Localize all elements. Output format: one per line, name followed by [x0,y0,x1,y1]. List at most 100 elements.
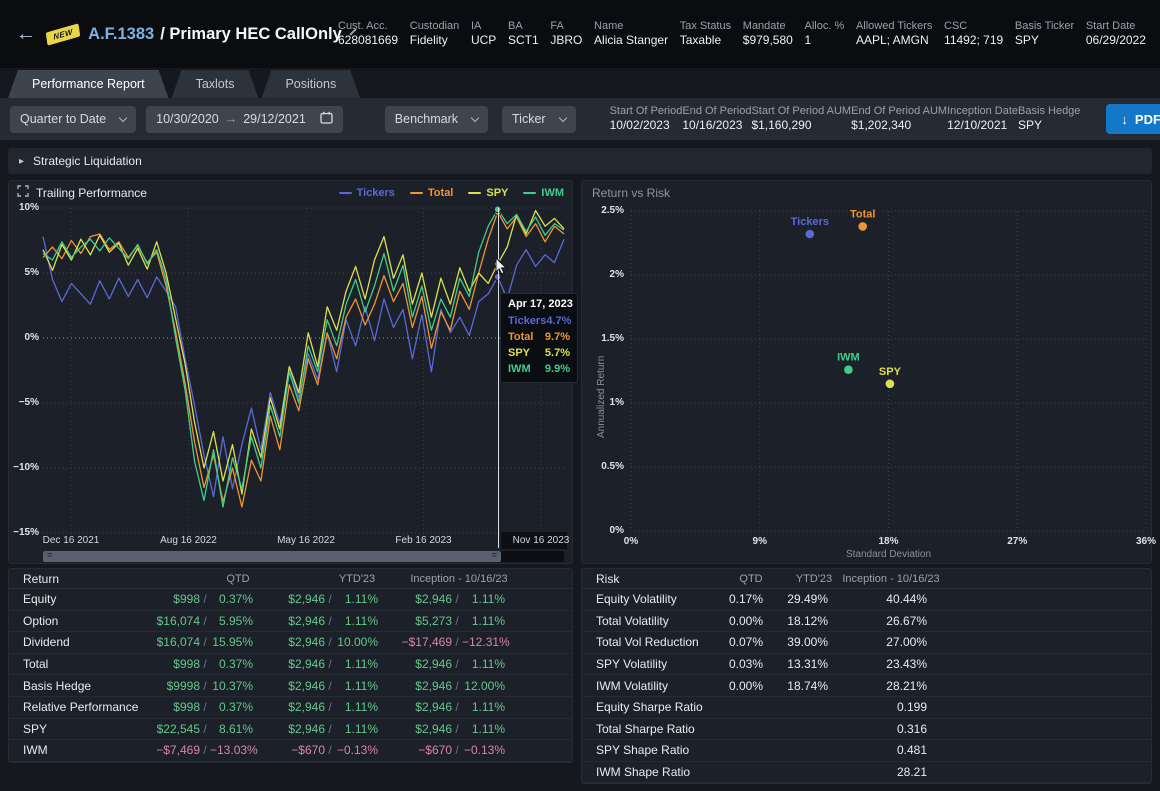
cell-percent: 8.61% [210,722,253,736]
x-tick-label: May 16 2022 [277,535,335,546]
account-id[interactable]: A.F.1383 [88,25,154,44]
cell-value: 28.21% [828,679,927,693]
table-row: Basis Hedge$9998/10.37%$2,946/1.11%$2,94… [9,675,572,697]
cell-amount: $22,545 [149,722,200,736]
cell-percent: 10.00% [335,635,378,649]
header-stat-label: Basis Ticker [1015,19,1074,33]
table-title: Risk [596,572,619,586]
legend-item-spy[interactable]: SPY [468,187,508,199]
tab-performance-report[interactable]: Performance Report [8,70,169,98]
scatter-point-spy[interactable] [886,380,895,389]
legend-item-tickers[interactable]: Tickers [339,187,395,199]
tab-strip: Performance ReportTaxlotsPositions [8,70,360,98]
cell-slash: / [452,635,462,649]
back-arrow-icon[interactable]: ← [16,23,36,46]
column-header-inception: Inception - 10/16/23 [842,573,939,585]
top-header-bar: ← NEW A.F.1383 / Primary HEC CallOnly Cu… [0,0,1160,68]
ticker-select[interactable]: Ticker [502,106,576,133]
benchmark-select[interactable]: Benchmark [385,106,488,133]
legend-item-total[interactable]: Total [410,187,453,199]
header-stat: BASCT1 [508,19,539,49]
table-row: Relative Performance$998/0.37%$2,946/1.1… [9,697,572,719]
tooltip-series-name: IWM [508,361,531,377]
scatter-plot[interactable]: Standard Deviation Annualized Return Tic… [582,205,1151,563]
cell-slash: / [200,592,210,606]
cell-percent: 0.37% [210,657,253,671]
row-label: Dividend [23,635,149,649]
cell-amount: −$670 [253,743,325,757]
risk-table-panel: Risk QTD YTD'23 Inception - 10/16/23 Equ… [581,568,1152,784]
row-label: Total Vol Reduction [596,635,712,649]
pdf-button-label: PDF [1135,112,1160,127]
tab-positions[interactable]: Positions [261,70,360,98]
date-range-input[interactable]: 10/30/2020 → 29/12/2021 [146,106,343,133]
row-label: Option [23,614,149,628]
cell-slash: / [325,635,335,649]
chart-scrollbar-thumb[interactable] [43,551,501,562]
cell-percent: 1.11% [462,592,505,606]
row-label: SPY [23,722,149,736]
y-tick-label: −5% [11,397,39,408]
table-row: Total Sharpe Ratio0.316 [582,719,1151,741]
cell-slash: / [325,743,335,757]
scatter-point-total[interactable] [858,222,867,231]
legend-item-iwm[interactable]: IWM [523,187,564,199]
cell-percent: 1.11% [335,722,378,736]
chart-title: Return vs Risk [592,186,670,200]
scatter-chart-canvas[interactable]: TickersTotalIWMSPY [631,211,1146,531]
date-range-end: 29/12/2021 [243,112,306,126]
scatter-panel-head: Return vs Risk [582,181,1151,205]
scatter-point-label: Total [850,208,875,220]
strategic-liquidation-section[interactable]: ▸ Strategic Liquidation [8,148,1152,174]
table-row: IWM Shape Ratio28.21 [582,762,1151,784]
account-title-block: ← NEW A.F.1383 / Primary HEC CallOnly [0,23,338,46]
tooltip-series-value: 9.9% [545,361,570,377]
portfolio-title: / Primary HEC CallOnly [160,25,342,44]
filter-stat-label: Start Of Period AUM [751,104,851,118]
column-header-qtd: QTD [739,573,762,585]
download-arrow-icon: ↓ [1121,112,1128,127]
cell-percent: 1.11% [335,700,378,714]
table-row: Total Volatility0.00%18.12%26.67% [582,611,1151,633]
trailing-chart-canvas[interactable] [43,208,564,533]
filter-bar: Quarter to Date 10/30/2020 → 29/12/2021 … [0,98,1160,140]
collapse-triangle-icon: ▸ [19,156,24,167]
legend-label: SPY [486,187,508,199]
table-row: SPY$22,545/8.61%$2,946/1.11%$2,946/1.11% [9,719,572,741]
y-tick-label: −10% [11,462,39,473]
trailing-plot[interactable]: Dec 16 2021Aug 16 2022May 16 2022Feb 16 … [9,205,572,563]
cell-amount: $2,946 [378,592,452,606]
chart-scrollbar-track[interactable] [43,551,564,562]
header-stat-value: AAPL; AMGN [856,33,932,49]
cell-value: 0.199 [828,700,927,714]
tooltip-series-name: SPY [508,345,530,361]
cell-percent: 1.11% [462,657,505,671]
x-tick-label: Nov 16 2023 [513,535,570,546]
chevron-down-icon [558,114,566,122]
tab-taxlots[interactable]: Taxlots [172,70,259,98]
header-stat: CSC11492; 719 [944,19,1003,49]
period-select[interactable]: Quarter to Date [10,106,136,133]
table-row: Equity$998/0.37%$2,946/1.11%$2,946/1.11% [9,589,572,611]
scatter-point-tickers[interactable] [806,230,815,239]
filter-stat-label: Basis Hedge [1018,104,1080,118]
cell-slash: / [452,679,462,693]
expand-icon[interactable] [17,184,29,202]
new-badge: NEW [46,23,81,45]
series-line-spy [43,211,564,494]
scatter-point-iwm[interactable] [844,365,853,374]
mouse-cursor-icon [495,257,508,281]
header-stat: NameAlicia Stanger [594,19,668,49]
pdf-download-button[interactable]: ↓ PDF [1106,104,1160,134]
header-stat-value: Taxable [680,33,731,49]
tooltip-series-value: 5.7% [545,345,570,361]
filter-stat: Inception Date12/10/2021 [947,104,1018,134]
table-row: Total$998/0.37%$2,946/1.11%$2,946/1.11% [9,654,572,676]
cell-percent: 0.37% [210,700,253,714]
table-row: SPY Shape Ratio0.481 [582,740,1151,762]
filter-stat-label: End Of Period [682,104,751,118]
tooltip-series-value: 4.7% [546,313,571,329]
return-vs-risk-panel: Return vs Risk Standard Deviation Annual… [581,180,1152,564]
cell-slash: / [325,614,335,628]
column-header-inception: Inception - 10/16/23 [410,573,507,585]
